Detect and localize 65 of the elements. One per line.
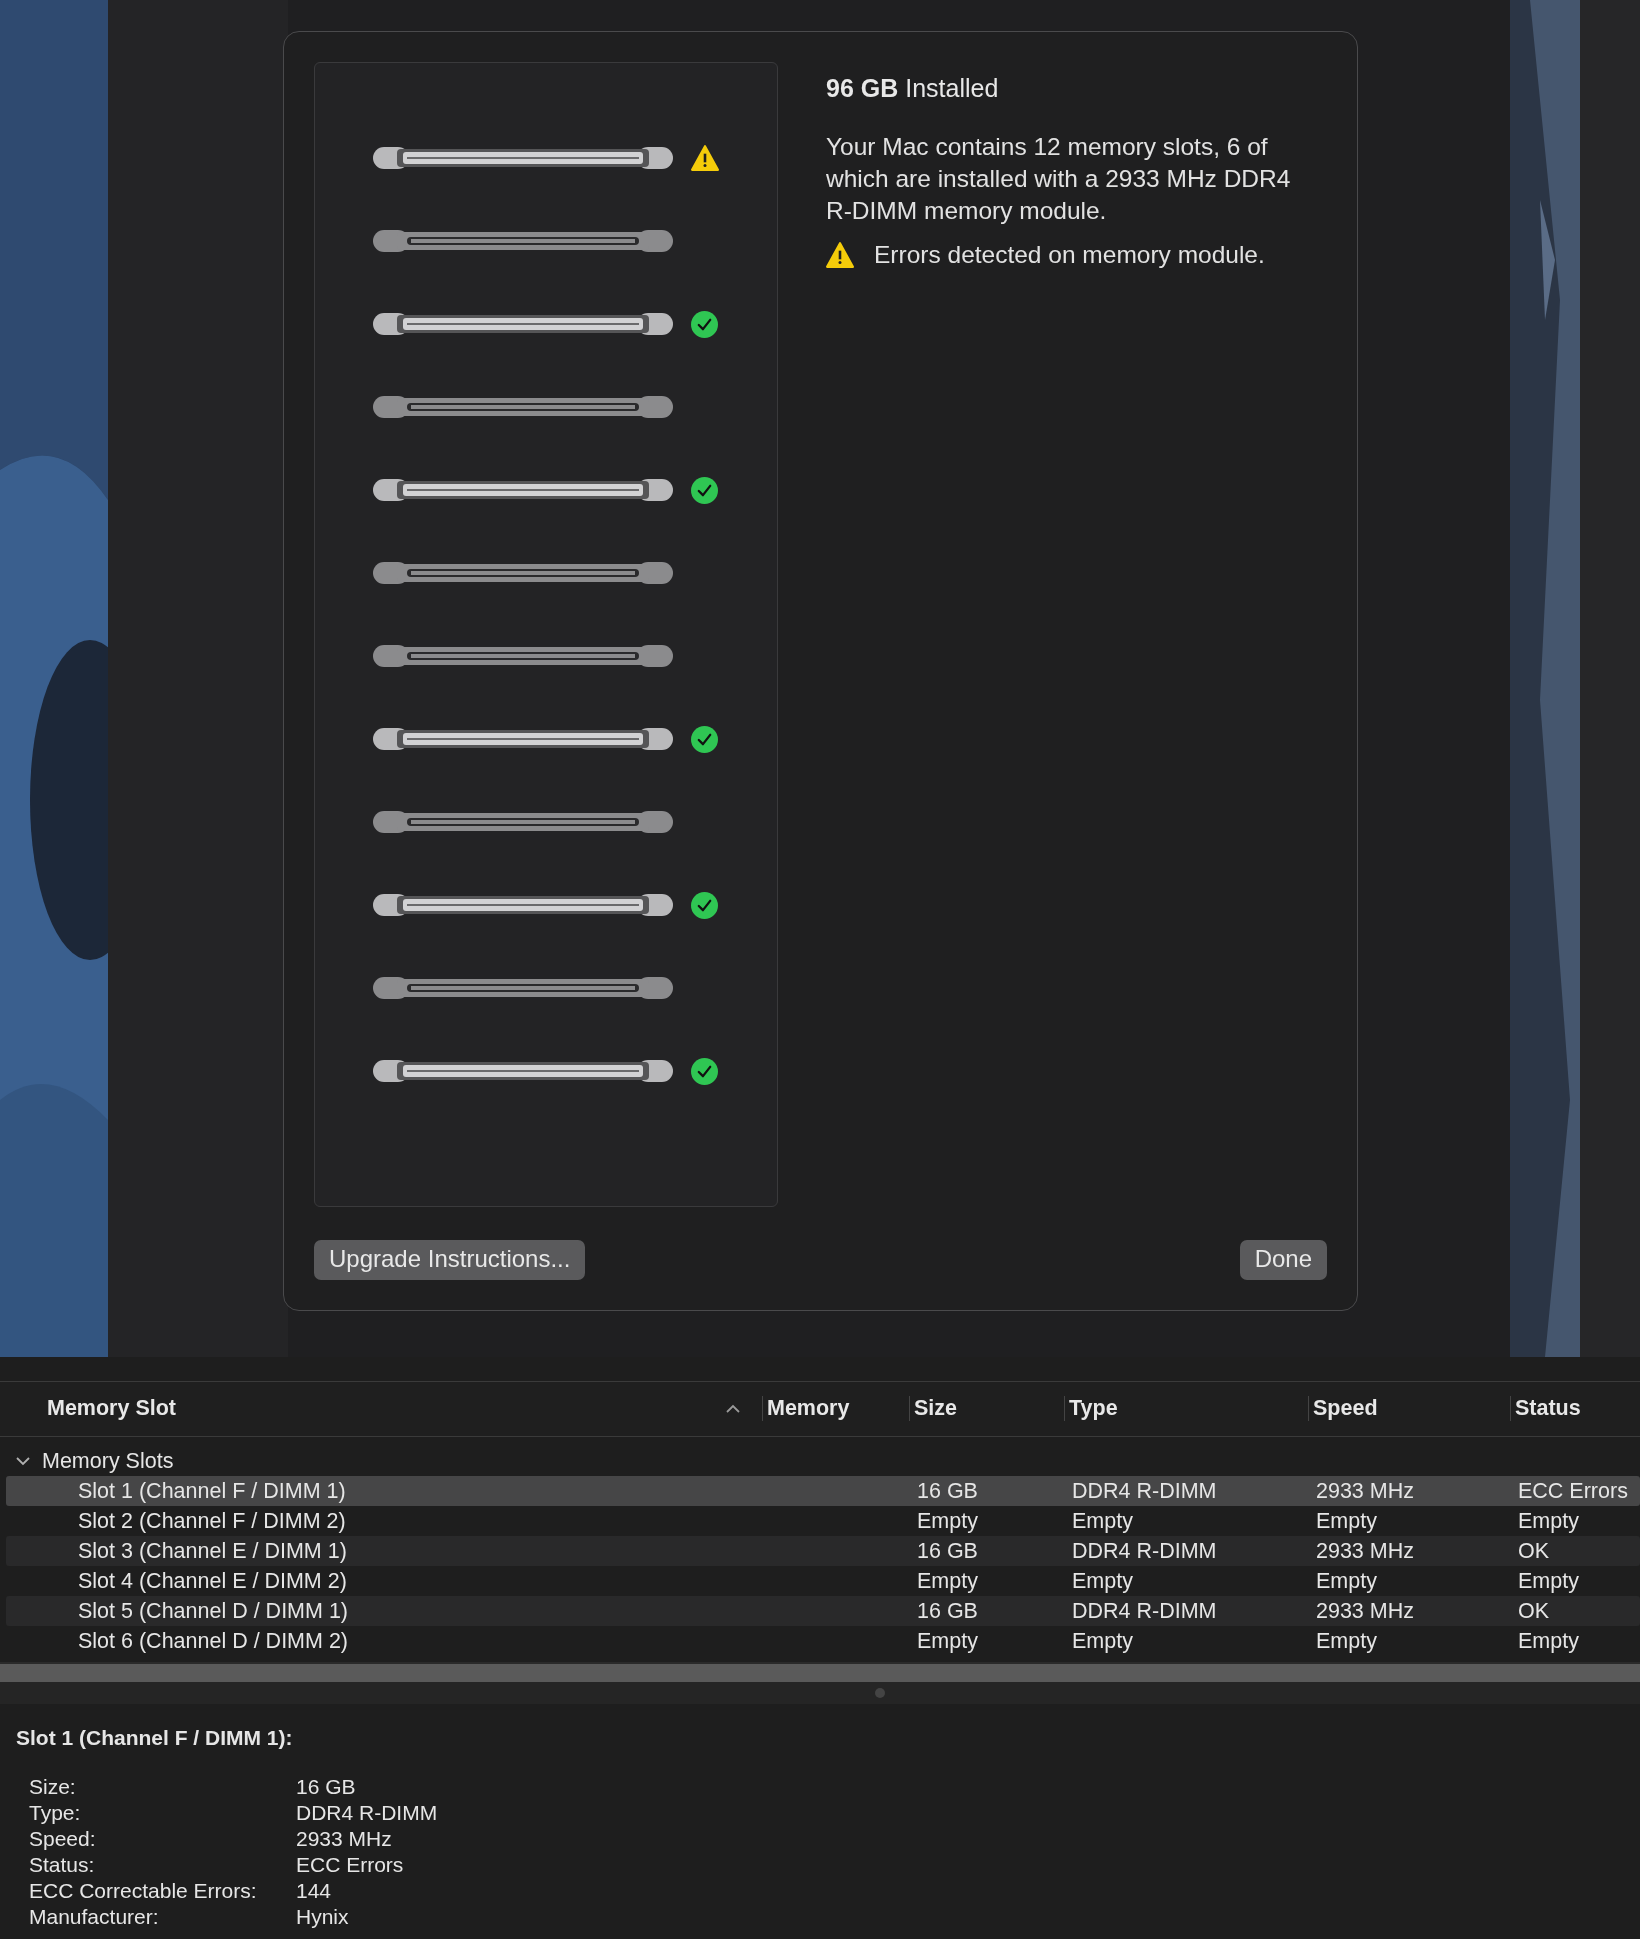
- table-cell: Slot 1 (Channel F / DIMM 1): [78, 1479, 346, 1504]
- table-cell: 2933 MHz: [1316, 1599, 1414, 1624]
- sort-ascending-icon[interactable]: [726, 1404, 740, 1413]
- alert-text: Errors detected on memory module.: [874, 241, 1265, 269]
- field-label: Size:: [29, 1774, 77, 1800]
- table-cell: Slot 4 (Channel E / DIMM 2): [78, 1569, 347, 1594]
- field-value: 144: [296, 1878, 333, 1904]
- table-cell: OK: [1518, 1539, 1550, 1564]
- table-cell: Empty: [1072, 1509, 1133, 1534]
- table-cell: Empty: [1518, 1509, 1579, 1534]
- field-label: Manufacturer:: [29, 1904, 160, 1930]
- table-row[interactable]: Slot 5 (Channel D / DIMM 1) 16 GB DDR4 R-DIMM 2933 MHz OK: [6, 1596, 1640, 1626]
- table-cell: ECC Errors: [1518, 1479, 1628, 1504]
- table-cell: Empty: [917, 1569, 978, 1594]
- table-cell: Empty: [1518, 1629, 1579, 1654]
- table-cell: 16 GB: [917, 1479, 978, 1504]
- field-label: Status:: [29, 1852, 96, 1878]
- table-row[interactable]: Slot 2 (Channel F / DIMM 2) Empty Empty Empty Empty: [6, 1506, 1640, 1536]
- table-cell: Empty: [917, 1629, 978, 1654]
- table-cell: 2933 MHz: [1316, 1479, 1414, 1504]
- field-label: Type:: [29, 1800, 82, 1826]
- table-row[interactable]: Slot 3 (Channel E / DIMM 1) 16 GB DDR4 R-DIMM 2933 MHz OK: [6, 1536, 1640, 1566]
- table-cell: 16 GB: [917, 1599, 978, 1624]
- table-cell: Slot 3 (Channel E / DIMM 1): [78, 1539, 347, 1564]
- table-cell: 16 GB: [917, 1539, 978, 1564]
- table-row[interactable]: Slot 1 (Channel F / DIMM 1) 16 GB DDR4 R-DIMM 2933 MHz ECC Errors: [6, 1476, 1640, 1506]
- table-cell: 2933 MHz: [1316, 1539, 1414, 1564]
- table-cell: DDR4 R-DIMM: [1072, 1479, 1217, 1504]
- split-handle[interactable]: [875, 1688, 885, 1698]
- details-title: Slot 1 (Channel F / DIMM 1):: [16, 1726, 294, 1750]
- table-cell: DDR4 R-DIMM: [1072, 1599, 1217, 1624]
- table-cell: Empty: [1316, 1569, 1377, 1594]
- table-cell: Empty: [917, 1509, 978, 1534]
- field-value: ECC Errors: [296, 1852, 405, 1878]
- column-header[interactable]: Memory Slot: [43, 1396, 177, 1421]
- field-label: Speed:: [29, 1826, 97, 1852]
- done-button[interactable]: Done: [1239, 1240, 1327, 1280]
- table-cell: OK: [1518, 1599, 1550, 1624]
- table-cell: Empty: [1072, 1629, 1133, 1654]
- table-cell: Slot 6 (Channel D / DIMM 2): [78, 1629, 349, 1654]
- upgrade-instructions-button[interactable]: Upgrade Instructions...: [314, 1240, 586, 1280]
- field-value: Hynix: [296, 1904, 350, 1930]
- installed-heading: 96 GB Installed: [826, 74, 1000, 103]
- field-value: DDR4 R-DIMM: [296, 1800, 439, 1826]
- table-cell: Empty: [1518, 1569, 1579, 1594]
- column-header[interactable]: Status: [1510, 1396, 1581, 1421]
- table-cell: Slot 2 (Channel F / DIMM 2): [78, 1509, 346, 1534]
- table-row[interactable]: Slot 6 (Channel D / DIMM 2) Empty Empty Empty Empty: [6, 1626, 1640, 1656]
- table-cell: Empty: [1316, 1509, 1377, 1534]
- table-cell: Slot 5 (Channel D / DIMM 1): [78, 1599, 349, 1624]
- field-value: 2933 MHz: [296, 1826, 393, 1852]
- field-label: ECC Correctable Errors:: [29, 1878, 258, 1904]
- table-cell: DDR4 R-DIMM: [1072, 1539, 1217, 1564]
- table-row[interactable]: Slot 4 (Channel E / DIMM 2) Empty Empty Empty Empty: [6, 1566, 1640, 1596]
- description-text: Your Mac contains 12 memory slots, 6 of which are installed with a 2933 MHz DDR4 R-DIMM memory module.: [826, 132, 1292, 226]
- table-cell: Empty: [1316, 1629, 1377, 1654]
- column-header[interactable]: Speed: [1308, 1396, 1378, 1421]
- disclosure-icon[interactable]: [16, 1456, 30, 1466]
- warning-icon: [826, 242, 854, 268]
- field-value: 16 GB: [296, 1774, 357, 1800]
- column-header[interactable]: Memory: [762, 1396, 850, 1421]
- column-header[interactable]: Size: [909, 1396, 958, 1421]
- group-label[interactable]: Memory Slots: [42, 1448, 174, 1474]
- table-cell: Empty: [1072, 1569, 1133, 1594]
- column-header[interactable]: Type: [1064, 1396, 1118, 1421]
